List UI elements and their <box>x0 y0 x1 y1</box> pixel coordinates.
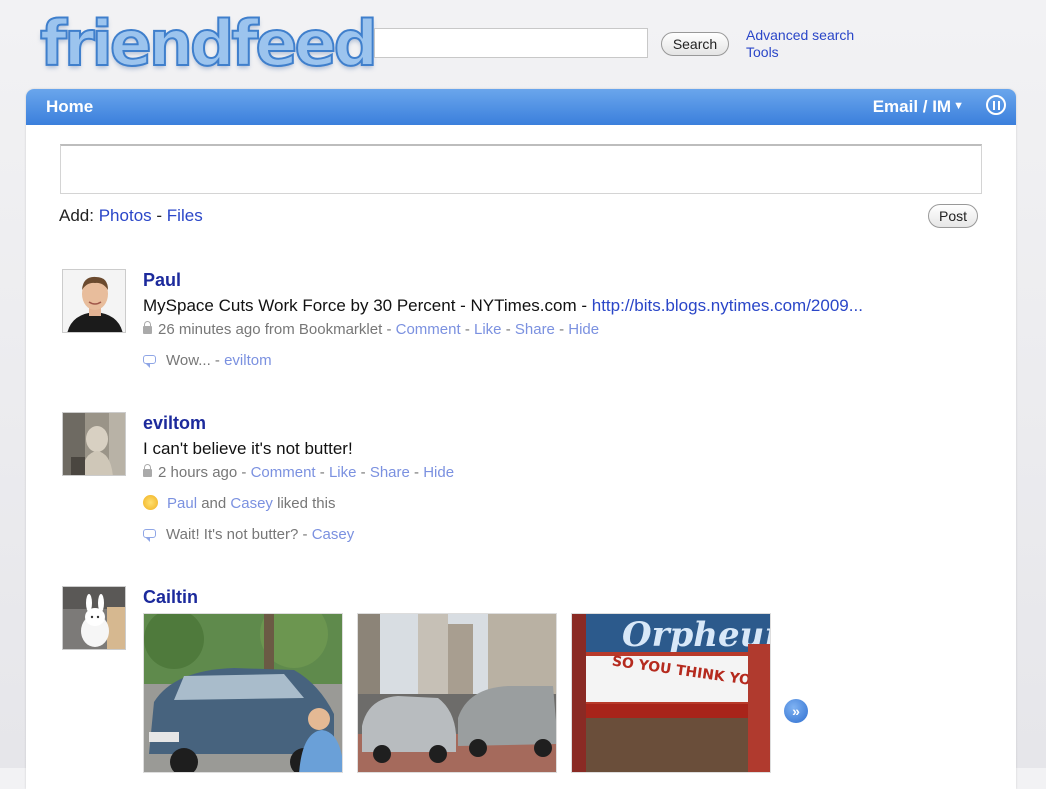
likes-suffix: liked this <box>277 495 336 512</box>
author-name[interactable]: Cailtin <box>143 586 198 608</box>
entry-title: I can't believe it's not butter! <box>143 439 353 458</box>
comment-author-link[interactable]: eviltom <box>224 352 272 369</box>
street-cars-photo[interactable] <box>357 613 557 773</box>
entry-title-text: MySpace Cuts Work Force by 30 Percent - … <box>143 296 592 315</box>
comment-text: Wow... <box>166 352 211 369</box>
caret-down-icon: ▼ <box>953 100 964 112</box>
lock-icon <box>143 464 152 477</box>
entry-meta: 26 minutes ago from Bookmarklet - Commen… <box>143 321 1013 339</box>
like-link[interactable]: Like <box>474 321 502 338</box>
comment-text: Wait! It's not butter? <box>166 526 299 543</box>
entry-time: 2 hours ago <box>158 464 238 481</box>
car-street-photo[interactable] <box>143 613 343 773</box>
share-link[interactable]: Share <box>370 464 410 481</box>
search-input[interactable] <box>374 28 648 58</box>
author-name[interactable]: eviltom <box>143 412 206 434</box>
comment-row: Wow... - eviltom <box>143 352 1013 370</box>
avatar-eviltom[interactable] <box>62 412 126 476</box>
comment-link[interactable]: Comment <box>251 464 316 481</box>
tools-link[interactable]: Tools <box>746 44 854 61</box>
tab-email-im[interactable]: Email / IM ▼ <box>873 97 964 117</box>
advanced-search-link[interactable]: Advanced search <box>746 27 854 44</box>
comment-link[interactable]: Comment <box>396 321 461 338</box>
add-label: Add: <box>59 206 94 225</box>
friendfeed-logo[interactable]: friendfeed <box>39 9 379 79</box>
likes-row: Paul and Casey liked this <box>143 495 1013 513</box>
tab-home[interactable]: Home <box>46 97 93 117</box>
avatar-paul[interactable] <box>62 269 126 333</box>
separator: - <box>156 206 163 225</box>
hide-link[interactable]: Hide <box>568 321 599 338</box>
comment-row: Wait! It's not butter? - Casey <box>143 526 1013 544</box>
entry-title: MySpace Cuts Work Force by 30 Percent - … <box>143 296 1013 316</box>
comment-bubble-icon <box>143 355 156 368</box>
liker-link[interactable]: Casey <box>230 495 273 512</box>
search-button[interactable]: Search <box>661 32 729 56</box>
comment-author-link[interactable]: Casey <box>312 526 355 543</box>
author-name[interactable]: Paul <box>143 269 181 291</box>
share-link[interactable]: Share <box>515 321 555 338</box>
photo-strip: Orpheum SO YOU THINK YOU CAN DANCE » <box>143 613 1013 773</box>
add-attachments-row: Add: Photos - Files <box>59 206 203 226</box>
post-button[interactable]: Post <box>928 204 978 228</box>
like-link[interactable]: Like <box>329 464 357 481</box>
more-photos-arrow-icon[interactable]: » <box>784 699 808 723</box>
entry-meta: 2 hours ago - Comment - Like - Share - H… <box>143 464 1013 482</box>
comment-bubble-icon <box>143 529 156 542</box>
orpheum-theater-photo[interactable]: Orpheum SO YOU THINK YOU CAN DANCE <box>571 613 771 773</box>
likes-and: and <box>201 495 227 512</box>
add-photos-link[interactable]: Photos <box>99 206 152 225</box>
entry-time: 26 minutes ago from Bookmarklet <box>158 321 383 338</box>
share-textbox[interactable] <box>60 144 982 194</box>
avatar-cailtin[interactable] <box>62 586 126 650</box>
liker-link[interactable]: Paul <box>167 495 197 512</box>
like-smiley-icon <box>143 495 158 510</box>
tab-email-im-label: Email / IM <box>872 97 952 116</box>
pause-icon[interactable] <box>986 95 1006 115</box>
entry-link[interactable]: http://bits.blogs.nytimes.com/2009... <box>592 296 863 315</box>
tab-bar: Home Email / IM ▼ <box>26 89 1016 125</box>
lock-icon <box>143 321 152 334</box>
add-files-link[interactable]: Files <box>167 206 203 225</box>
hide-link[interactable]: Hide <box>423 464 454 481</box>
main-panel: Home Email / IM ▼ Add: Photos - Files Pos… <box>26 89 1016 789</box>
header-links: Advanced search Tools <box>746 27 854 61</box>
